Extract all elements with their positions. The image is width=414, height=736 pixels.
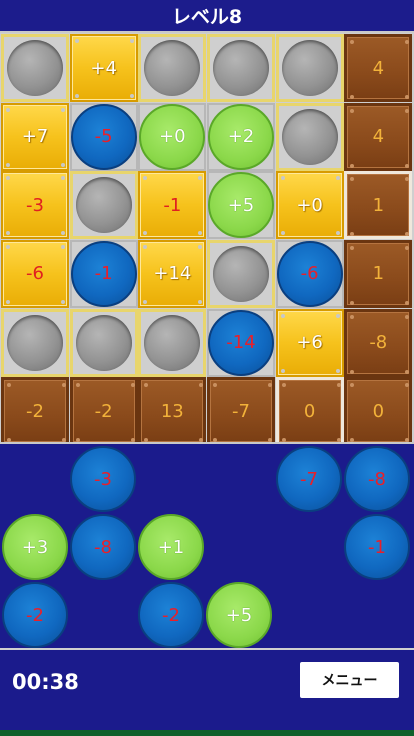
footer-bar: 00:38 メニュー bbox=[0, 648, 414, 736]
target-tile: 0 bbox=[344, 377, 413, 446]
blue-piece[interactable]: -5 bbox=[70, 103, 137, 170]
slot-hole bbox=[7, 40, 63, 96]
green-piece[interactable]: +5 bbox=[207, 172, 274, 239]
slot-hole bbox=[281, 108, 338, 165]
target-tile: -7 bbox=[206, 377, 275, 446]
tray-blue-piece[interactable]: -7 bbox=[276, 446, 342, 512]
tray-green-piece[interactable]: +5 bbox=[206, 582, 272, 648]
bonus-tile: +4 bbox=[69, 34, 138, 102]
empty-slot[interactable] bbox=[138, 34, 207, 102]
menu-button[interactable]: メニュー bbox=[300, 662, 399, 698]
tile-value: 1 bbox=[372, 194, 385, 216]
tray-green-piece[interactable]: +3 bbox=[2, 514, 68, 580]
bonus-tile: +6 bbox=[275, 308, 344, 377]
blue-piece[interactable]: -1 bbox=[70, 240, 137, 307]
target-tile: 0 bbox=[275, 377, 344, 446]
tile-value: +6 bbox=[296, 332, 323, 354]
bonus-tile: +7 bbox=[1, 102, 69, 171]
bonus-tile: +0 bbox=[275, 171, 344, 240]
tile-value: 0 bbox=[303, 400, 316, 422]
piece-tray: -3 -7 -8 +3 -8 +1 -1 -2 -2 +5 bbox=[0, 442, 414, 648]
tray-blue-piece[interactable]: -3 bbox=[70, 446, 136, 512]
green-piece[interactable]: +0 bbox=[139, 103, 206, 170]
tile-value: -2 bbox=[94, 400, 113, 422]
green-piece[interactable]: +2 bbox=[207, 103, 274, 170]
tray-blue-piece[interactable]: -8 bbox=[344, 446, 410, 512]
bonus-tile: -6 bbox=[1, 239, 69, 308]
tile-value: +14 bbox=[153, 263, 192, 285]
slot-hole bbox=[144, 314, 201, 371]
tile-value: +0 bbox=[296, 194, 323, 216]
game-board: +4 4 +7 -5 +0 +2 4 -3 -1 +5 +0 1 -6 -1 +14 -6 1 -14 +6 -8 -2… bbox=[0, 33, 414, 446]
bonus-tile: +14 bbox=[138, 239, 207, 308]
tile-value: -3 bbox=[26, 194, 44, 216]
empty-slot[interactable] bbox=[275, 102, 344, 171]
slot-hole bbox=[7, 314, 63, 371]
target-tile: 4 bbox=[344, 102, 413, 171]
tile-value: -6 bbox=[26, 263, 44, 285]
empty-slot[interactable] bbox=[138, 308, 207, 377]
tile-value: +7 bbox=[21, 126, 49, 148]
target-tile: 1 bbox=[344, 171, 413, 240]
tile-value: 1 bbox=[372, 263, 385, 285]
tile-value: 4 bbox=[372, 126, 385, 148]
empty-slot[interactable] bbox=[69, 308, 138, 377]
timer: 00:38 bbox=[12, 670, 79, 694]
tile-value: 0 bbox=[372, 400, 385, 422]
empty-slot[interactable] bbox=[206, 239, 275, 308]
bottom-edge bbox=[0, 730, 414, 736]
target-tile: -8 bbox=[344, 308, 413, 377]
empty-slot[interactable] bbox=[206, 34, 275, 102]
slot-hole bbox=[281, 40, 338, 96]
slot-hole bbox=[75, 177, 132, 234]
tile-value: -2 bbox=[26, 400, 44, 422]
bonus-tile: -3 bbox=[1, 171, 69, 240]
tile-value: 4 bbox=[372, 57, 385, 79]
target-tile: 1 bbox=[344, 239, 413, 308]
tile-value: 13 bbox=[160, 400, 184, 422]
tile-value: -8 bbox=[369, 332, 388, 354]
level-title: レベル8 bbox=[0, 0, 414, 33]
target-tile: 4 bbox=[344, 34, 413, 102]
empty-slot[interactable] bbox=[275, 34, 344, 102]
blue-piece[interactable]: -14 bbox=[207, 309, 274, 376]
target-tile: -2 bbox=[1, 377, 69, 446]
target-tile: -2 bbox=[69, 377, 138, 446]
tile-value: -7 bbox=[231, 400, 250, 422]
tile-value: -1 bbox=[163, 194, 182, 216]
slot-hole bbox=[212, 40, 269, 96]
empty-slot[interactable] bbox=[69, 171, 138, 240]
empty-slot[interactable] bbox=[1, 308, 69, 377]
slot-hole bbox=[144, 40, 201, 96]
tray-blue-piece[interactable]: -8 bbox=[70, 514, 136, 580]
slot-hole bbox=[212, 245, 269, 302]
tile-value: +4 bbox=[90, 57, 117, 79]
tray-blue-piece[interactable]: -2 bbox=[138, 582, 204, 648]
blue-piece[interactable]: -6 bbox=[276, 240, 343, 307]
tray-blue-piece[interactable]: -2 bbox=[2, 582, 68, 648]
empty-slot[interactable] bbox=[1, 34, 69, 102]
tray-blue-piece[interactable]: -1 bbox=[344, 514, 410, 580]
slot-hole bbox=[75, 314, 132, 371]
tray-green-piece[interactable]: +1 bbox=[138, 514, 204, 580]
target-tile: 13 bbox=[138, 377, 207, 446]
bonus-tile: -1 bbox=[138, 171, 207, 240]
